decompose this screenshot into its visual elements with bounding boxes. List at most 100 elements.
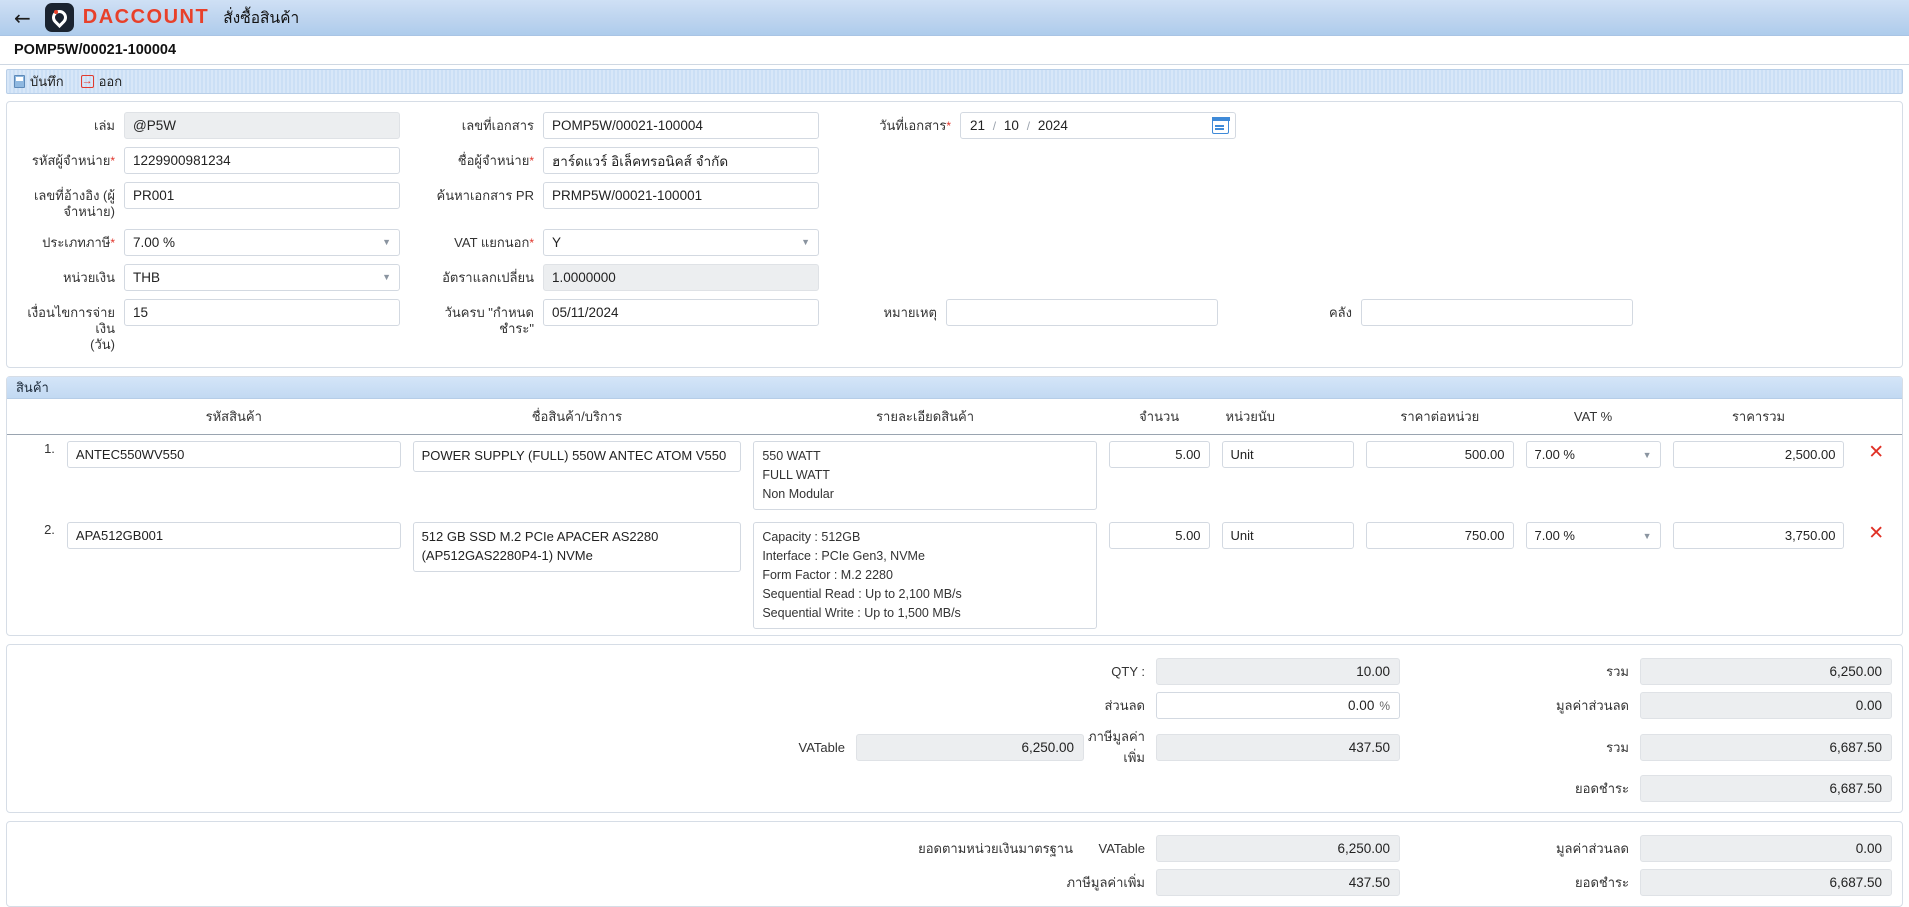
form-row-5: หน่วยเงิน THB ▼ อัตราแลกเปลี่ยน 1.000000… — [15, 263, 1894, 291]
vendor-name-input[interactable]: ฮาร์ดแวร์ อิเล็คทรอนิคส์ จำกัด — [543, 147, 819, 174]
col-total: ราคารวม — [1666, 399, 1851, 436]
currency-select[interactable]: THB ▼ — [124, 263, 400, 291]
item-code-input[interactable]: ANTEC550WV550 — [66, 441, 401, 469]
base-currency-summary-panel: ยอดตามหน่วยเงินมาตรฐาน VATable 6,250.00 … — [6, 821, 1903, 907]
net-value: 6,687.50 — [1640, 733, 1892, 761]
due-date-label: วันครบ "กำหนดชำระ" — [444, 304, 534, 336]
daccount-logo-icon — [44, 3, 74, 32]
table-row: 2. APA512GB001 512 GB SSD M.2 PCIe APACE… — [7, 516, 1902, 635]
summary-row-vat: VATable 6,250.00 ภาษีมูลค่าเพิ่ม 437.50 … — [17, 726, 1892, 768]
summary-panel: QTY : 10.00 รวม 6,250.00 ส่วนลด 0.00% มู… — [6, 644, 1903, 814]
col-code: รหัสสินค้า — [60, 399, 407, 436]
back-arrow-icon[interactable]: ← — [14, 8, 31, 28]
base-discount-amount-label: มูลค่าส่วนลด — [1555, 841, 1629, 857]
exit-button[interactable]: → ออก — [80, 71, 122, 92]
summary-row-discount: ส่วนลด 0.00% มูลค่าส่วนลด 0.00 — [17, 692, 1892, 720]
tax-type-select[interactable]: 7.00 % ▼ — [124, 228, 400, 256]
qty-label: QTY : — [1111, 664, 1145, 680]
delete-row-icon[interactable]: ✕ — [1850, 516, 1902, 635]
due-date-input[interactable]: 05/11/2024 — [543, 298, 819, 326]
item-detail-input[interactable]: 550 WATT FULL WATT Non Modular — [753, 441, 1097, 511]
date-separator-1: / — [992, 119, 997, 133]
payable-label: ยอดชำระ — [1575, 781, 1629, 797]
form-row-4: ประเภทภาษี* 7.00 % ▼ VAT แยกนอก* Y ▼ — [15, 228, 1894, 256]
discount-amount-label: มูลค่าส่วนลด — [1555, 698, 1629, 714]
tax-type-value: 7.00 % — [133, 234, 176, 250]
warehouse-input[interactable] — [1361, 298, 1633, 326]
exchange-rate-value: 1.0000000 — [552, 269, 616, 285]
base-payable-value: 6,687.50 — [1640, 869, 1892, 897]
item-name-input[interactable]: POWER SUPPLY (FULL) 550W ANTEC ATOM V550 — [412, 441, 742, 473]
discount-input[interactable]: 0.00% — [1156, 692, 1400, 720]
discount-amount-value: 0.00 — [1640, 692, 1892, 720]
reference-no-input[interactable]: PR001 — [124, 182, 400, 209]
payment-terms-input[interactable]: 15 — [124, 298, 400, 326]
chevron-down-icon: ▼ — [382, 272, 391, 282]
item-name-input[interactable]: 512 GB SSD M.2 PCIe APACER AS2280 (AP512… — [412, 522, 742, 572]
vatable-label: VATable — [798, 739, 846, 755]
vat-value: 437.50 — [1156, 733, 1400, 761]
items-panel: สินค้า รหัสสินค้า ชื่อสินค้า/บริการ รายล… — [6, 376, 1903, 637]
item-qty-input[interactable]: 5.00 — [1108, 441, 1210, 469]
chevron-down-icon: ▼ — [1642, 449, 1652, 460]
item-total-input[interactable]: 2,500.00 — [1672, 441, 1845, 469]
remark-input[interactable] — [946, 298, 1218, 326]
vendor-code-input[interactable]: 1229900981234 — [124, 147, 400, 174]
vendor-name-value: ฮาร์ดแวร์ อิเล็คทรอนิคส์ จำกัด — [552, 153, 729, 169]
vat-excluded-select[interactable]: Y ▼ — [543, 228, 819, 256]
search-pr-input[interactable]: PRMP5W/00021-100001 — [543, 182, 819, 209]
doc-date-year: 2024 — [1037, 118, 1068, 133]
item-unit-price-input[interactable]: 750.00 — [1366, 522, 1514, 550]
document-form-panel: เล่ม @P5W เลขที่เอกสาร POMP5W/00021-1000… — [6, 101, 1903, 369]
item-total-input[interactable]: 3,750.00 — [1672, 522, 1845, 550]
volume-field: @P5W — [124, 112, 400, 139]
tax-type-label: ประเภทภาษี* — [42, 234, 115, 250]
doc-date-picker[interactable]: 21 / 10 / 2024 — [960, 112, 1236, 139]
vat-excluded-value: Y — [552, 234, 562, 250]
vendor-name-label: ชื่อผู้จำหน่าย* — [457, 153, 534, 168]
item-detail-input[interactable]: Capacity : 512GB Interface : PCIe Gen3, … — [753, 522, 1097, 630]
save-button[interactable]: บันทึก — [14, 71, 64, 92]
item-unit-input[interactable]: Unit — [1221, 441, 1355, 469]
summary-row-payable: ยอดชำระ 6,687.50 — [17, 775, 1892, 803]
item-unit-input[interactable]: Unit — [1221, 522, 1355, 550]
base-payable-label: ยอดชำระ — [1575, 875, 1629, 891]
base-summary-title: ยอดตามหน่วยเงินมาตรฐาน — [918, 841, 1073, 857]
reference-no-label: เลขที่อ้างอิง (ผู้ จำหน่าย) — [33, 188, 115, 220]
delete-row-icon[interactable]: ✕ — [1850, 435, 1902, 517]
vat-excluded-label: VAT แยกนอก* — [454, 234, 534, 250]
remark-label: หมายเหตุ — [883, 304, 937, 320]
chevron-down-icon: ▼ — [1642, 530, 1652, 541]
col-qty: จำนวน — [1102, 399, 1216, 436]
payable-value: 6,687.50 — [1640, 775, 1892, 803]
base-discount-amount-value: 0.00 — [1640, 835, 1892, 863]
base-summary-row-vat: ภาษีมูลค่าเพิ่ม 437.50 ยอดชำระ 6,687.50 — [17, 869, 1892, 897]
reference-no-value: PR001 — [133, 188, 175, 203]
item-code-input[interactable]: APA512GB001 — [66, 522, 401, 550]
base-vat-value: 437.50 — [1156, 869, 1400, 897]
table-row: 1. ANTEC550WV550 POWER SUPPLY (FULL) 550… — [7, 435, 1902, 517]
col-detail: รายละเอียดสินค้า — [747, 399, 1103, 436]
due-date-value: 05/11/2024 — [552, 304, 619, 320]
base-vatable-label: VATable — [1098, 841, 1146, 857]
brand-name: DACCOUNT — [82, 6, 210, 28]
exit-icon: → — [80, 75, 94, 88]
item-vat-select[interactable]: 7.00 % ▼ — [1525, 441, 1661, 469]
base-vatable-value: 6,250.00 — [1156, 835, 1400, 863]
item-unit-price-input[interactable]: 500.00 — [1366, 441, 1514, 469]
brand-logo: DACCOUNT — [44, 3, 210, 32]
warehouse-label: คลัง — [1328, 304, 1352, 320]
exchange-rate-field: 1.0000000 — [543, 263, 819, 291]
volume-value: @P5W — [133, 118, 176, 133]
doc-no-input[interactable]: POMP5W/00021-100004 — [543, 112, 819, 139]
col-name: ชื่อสินค้า/บริการ — [406, 399, 748, 436]
item-vat-select[interactable]: 7.00 % ▼ — [1525, 522, 1661, 550]
payment-terms-value: 15 — [133, 304, 149, 320]
calendar-icon[interactable] — [1211, 117, 1230, 134]
exchange-rate-label: อัตราแลกเปลี่ยน — [442, 269, 534, 285]
col-vat-pct: VAT % — [1519, 399, 1667, 436]
items-section-header: สินค้า — [7, 377, 1902, 400]
base-vat-label: ภาษีมูลค่าเพิ่ม — [1066, 875, 1145, 891]
action-toolbar: บันทึก → ออก — [6, 69, 1903, 94]
item-qty-input[interactable]: 5.00 — [1108, 522, 1210, 550]
